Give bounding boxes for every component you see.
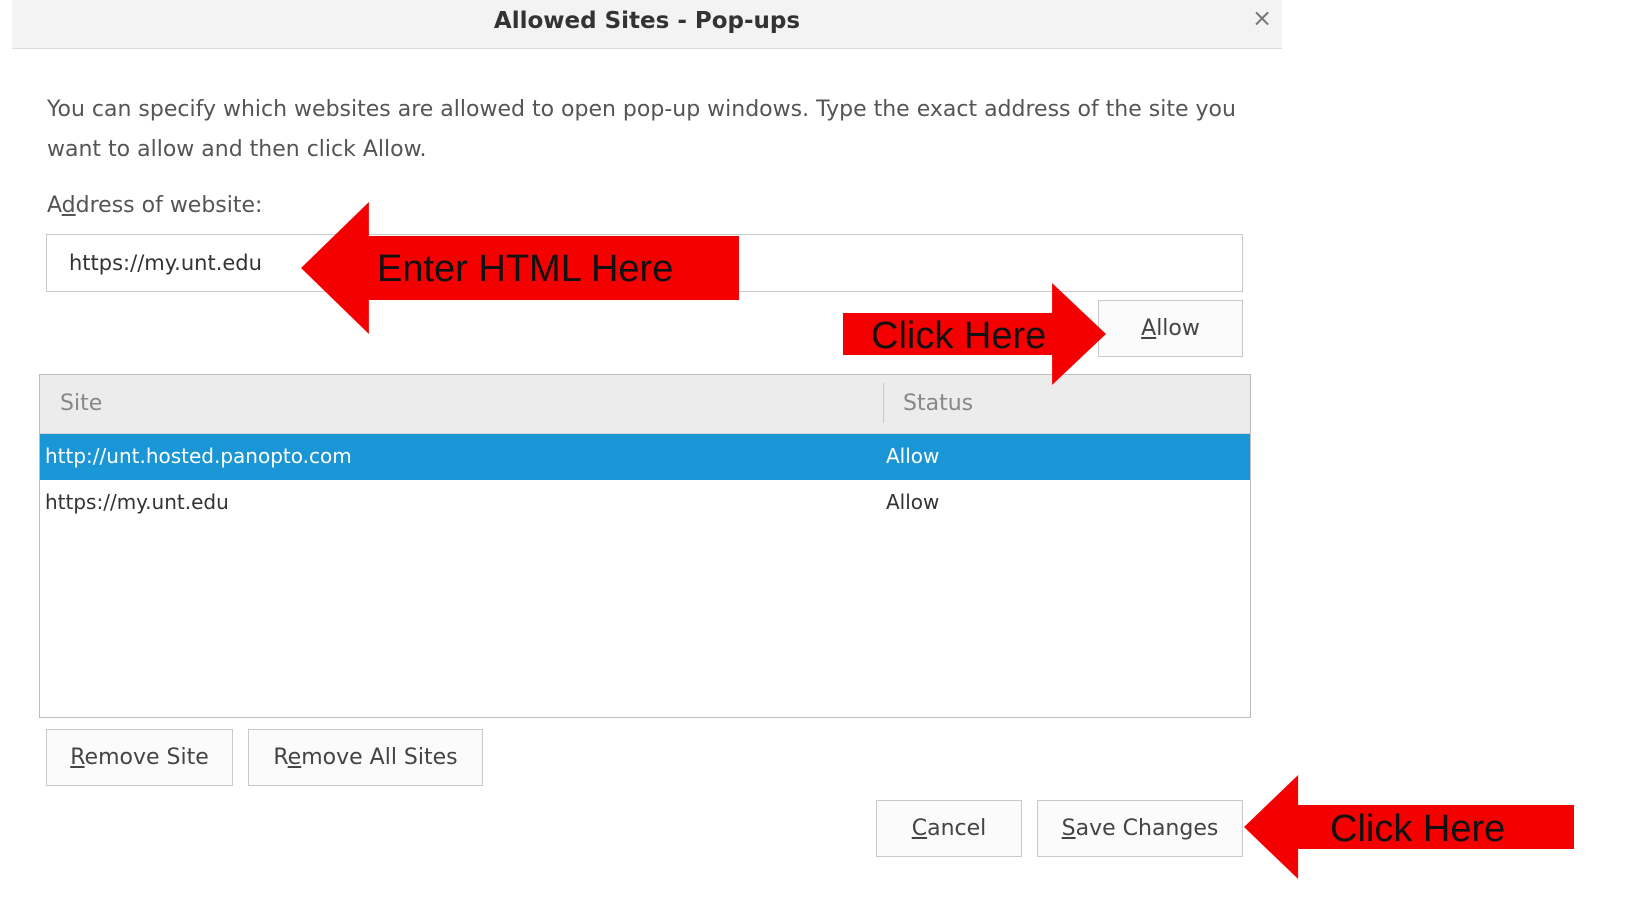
status-cell: Allow xyxy=(886,490,940,514)
remove-site-button[interactable]: Remove Site xyxy=(46,729,233,786)
red-arrow-left-annotation: Enter HTML Here xyxy=(301,202,739,334)
table-row-selected[interactable]: http://unt.hosted.panopto.com Allow xyxy=(40,434,1250,480)
save-changes-button[interactable]: Save Changes xyxy=(1037,800,1243,857)
click-save-annotation-label: Click Here xyxy=(1330,807,1506,850)
remove-all-sites-button[interactable]: Remove All Sites xyxy=(248,729,483,786)
column-divider[interactable] xyxy=(883,383,884,423)
column-header-status[interactable]: Status xyxy=(903,391,973,416)
close-icon[interactable]: × xyxy=(1248,4,1276,32)
address-label: Address of website: xyxy=(47,193,263,218)
cancel-label: Cancel xyxy=(911,816,987,841)
table-header: Site Status xyxy=(40,375,1250,434)
allow-button[interactable]: Allow xyxy=(1098,300,1243,357)
remove-site-label: Remove Site xyxy=(70,745,209,770)
red-arrow-right-annotation: Click Here xyxy=(843,283,1106,385)
allow-button-label: Allow xyxy=(1141,316,1200,341)
click-allow-annotation-label: Click Here xyxy=(871,314,1047,357)
sites-table: Site Status http://unt.hosted.panopto.co… xyxy=(39,374,1251,718)
red-arrow-left-save-annotation: Click Here xyxy=(1244,775,1574,879)
cancel-button[interactable]: Cancel xyxy=(876,800,1022,857)
dialog-title: Allowed Sites - Pop-ups xyxy=(493,8,801,34)
site-cell: https://my.unt.edu xyxy=(45,490,229,514)
table-row[interactable]: https://my.unt.edu Allow xyxy=(40,480,1250,526)
dialog-description: You can specify which websites are allow… xyxy=(47,97,1236,162)
save-changes-label: Save Changes xyxy=(1061,816,1219,841)
status-cell: Allow xyxy=(886,444,940,468)
remove-all-sites-label: Remove All Sites xyxy=(273,745,458,770)
dialog-titlebar: Allowed Sites - Pop-ups × xyxy=(12,0,1282,49)
enter-annotation-label: Enter HTML Here xyxy=(377,247,674,290)
page: Allowed Sites - Pop-ups × You can specif… xyxy=(0,0,1630,914)
column-header-site[interactable]: Site xyxy=(60,391,102,416)
site-cell: http://unt.hosted.panopto.com xyxy=(45,444,352,468)
